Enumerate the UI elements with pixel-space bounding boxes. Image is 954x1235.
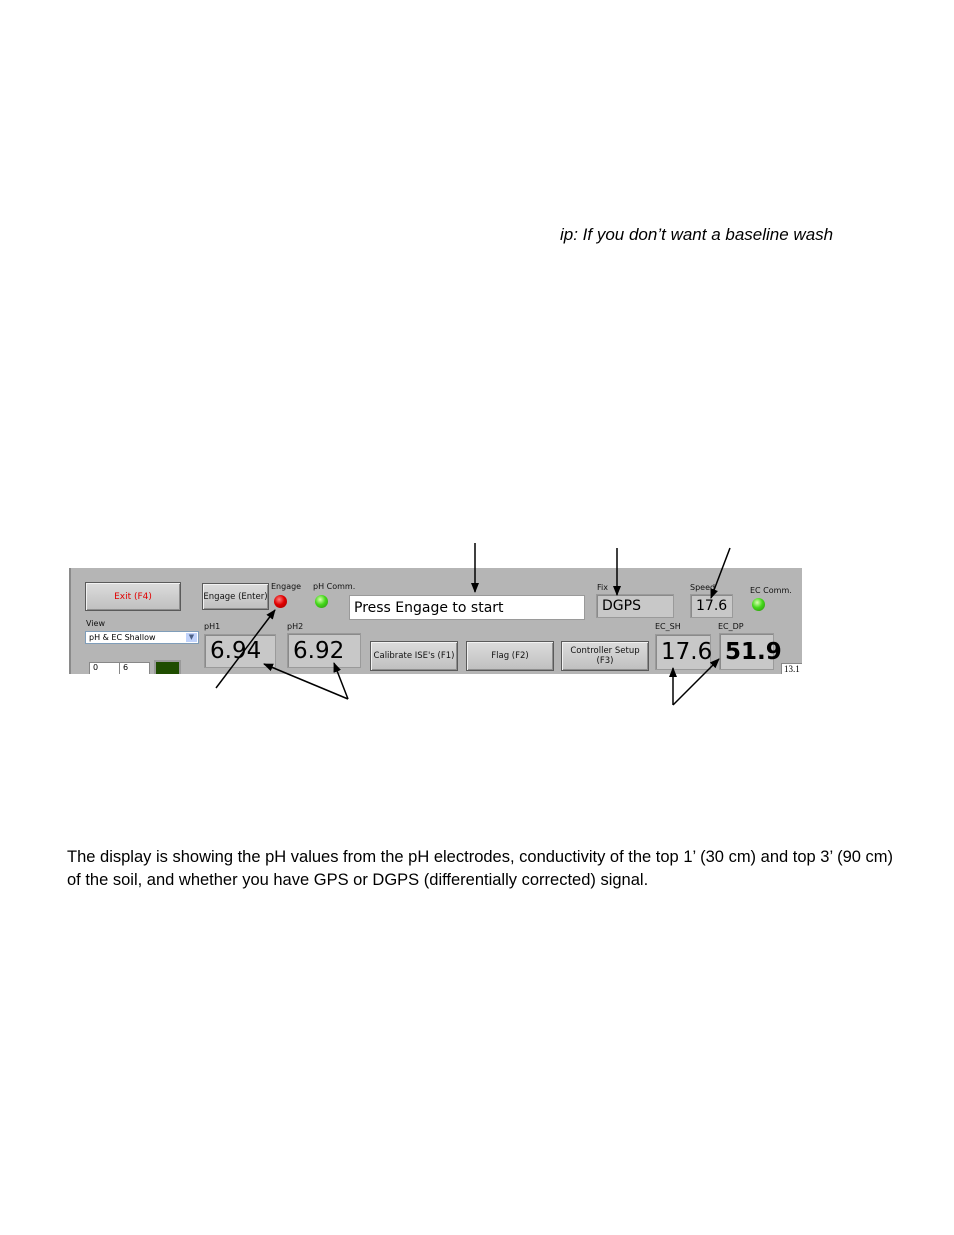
body-paragraph: The display is showing the pH values fro…	[67, 848, 894, 889]
ec-comm-label: EC Comm.	[750, 586, 792, 595]
tip-text: ip: If you don’t want a baseline wash	[560, 225, 834, 244]
controller-setup-button[interactable]: Controller Setup (F3)	[561, 641, 649, 671]
view-label: View	[86, 619, 105, 628]
flag-button[interactable]: Flag (F2)	[466, 641, 554, 671]
status-color-box	[154, 660, 181, 674]
calibrate-ises-button[interactable]: Calibrate ISE's (F1)	[370, 641, 458, 671]
ph-comm-label: pH Comm.	[313, 582, 356, 591]
ph-comm-led-indicator	[315, 595, 328, 608]
speed-display: 17.6	[690, 594, 733, 618]
numeric-cell-b[interactable]: 6	[119, 662, 150, 674]
fix-label: Fix	[597, 583, 608, 592]
engage-led-indicator	[274, 595, 287, 608]
ec-sh-label: EC_SH	[655, 622, 681, 631]
ph1-display: 6.94	[204, 634, 276, 668]
fix-display: DGPS	[596, 594, 674, 618]
exit-button-label: Exit (F4)	[114, 591, 152, 602]
view-select[interactable]: pH & EC Shallow ▼	[85, 631, 199, 644]
ph2-display: 6.92	[287, 633, 361, 668]
status-message-display: Press Engage to start	[349, 595, 585, 620]
chevron-down-icon[interactable]: ▼	[186, 633, 197, 642]
ec-sh-display: 17.6	[655, 634, 712, 670]
view-selected-value: pH & EC Shallow	[89, 633, 156, 642]
numeric-cell-a[interactable]: 0	[89, 662, 120, 674]
ec-dp-label: EC_DP	[718, 622, 744, 631]
ec-dp-display: 51.9	[719, 633, 782, 670]
exit-button[interactable]: Exit (F4)	[85, 582, 181, 611]
engage-label: Engage	[271, 582, 302, 591]
ec-comm-led-indicator	[752, 598, 765, 611]
controller-panel: Exit (F4) Engage (Enter) Engage pH Comm.…	[69, 568, 802, 674]
speed-label: Speed	[690, 583, 716, 592]
engage-button[interactable]: Engage (Enter)	[202, 583, 269, 610]
ph1-label: pH1	[204, 622, 221, 631]
ph2-label: pH2	[287, 622, 304, 631]
corner-value-display: 13.1	[781, 663, 802, 674]
